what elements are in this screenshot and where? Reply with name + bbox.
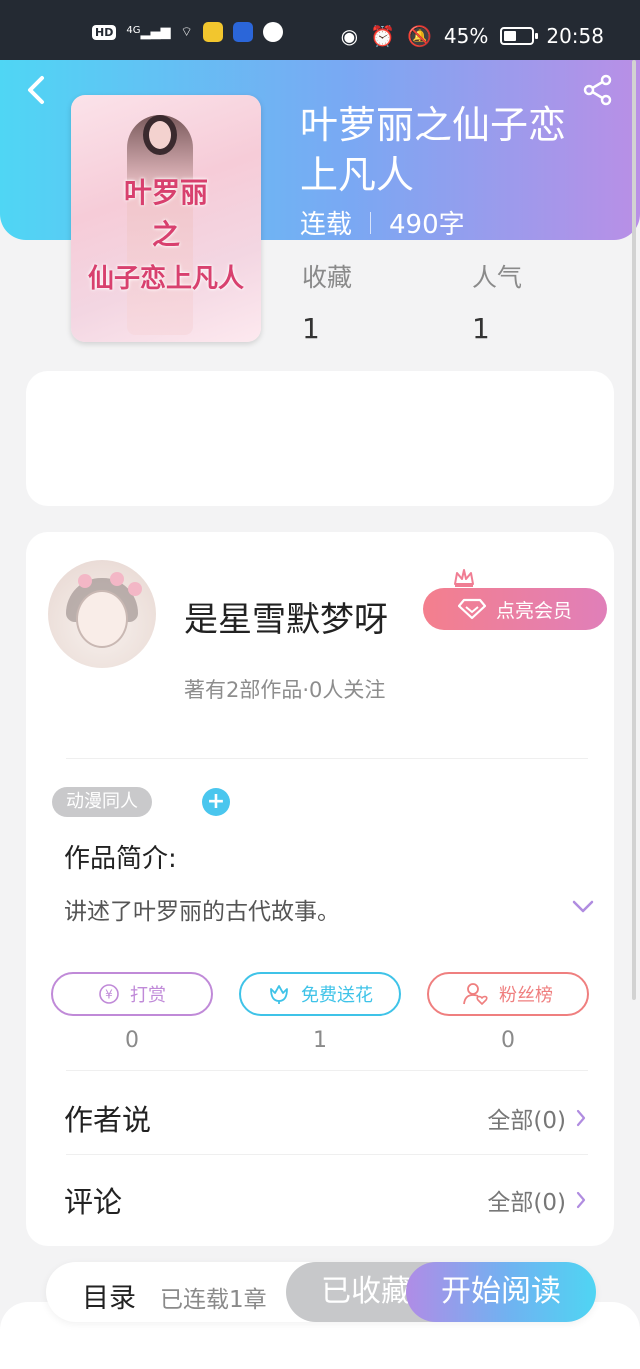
fan-ranking-button[interactable]: 粉丝榜 bbox=[427, 972, 589, 1016]
cover-character-head bbox=[143, 115, 177, 155]
chevron-right-icon bbox=[576, 1109, 586, 1127]
avatar-flower bbox=[110, 572, 124, 586]
chevron-down-icon[interactable] bbox=[572, 900, 594, 914]
svg-text:¥: ¥ bbox=[105, 988, 113, 1002]
avatar-flower bbox=[78, 574, 92, 588]
stat-value: 1 bbox=[302, 312, 320, 345]
book-title: 叶萝丽之仙子恋上凡人 bbox=[300, 103, 567, 197]
alarm-icon: ⏰ bbox=[370, 24, 395, 48]
author-name[interactable]: 是星雪默梦呀 bbox=[184, 592, 388, 641]
author-avatar[interactable] bbox=[48, 560, 156, 668]
avatar-face bbox=[76, 590, 128, 648]
eye-icon: ◉ bbox=[340, 24, 359, 48]
divider bbox=[66, 1154, 588, 1155]
divider bbox=[66, 1070, 588, 1071]
cover-title-line-2: 之 bbox=[151, 218, 180, 251]
app-notification-icon-3 bbox=[262, 22, 283, 42]
stat-label: 人气 bbox=[472, 263, 523, 292]
clock: 20:58 bbox=[546, 24, 604, 48]
chevron-right-icon bbox=[576, 1191, 586, 1209]
fan-count: 0 bbox=[501, 1028, 515, 1053]
author-says-row[interactable]: 作者说 全部(0) bbox=[64, 1088, 586, 1148]
stat-popularity: 人气 1 bbox=[472, 258, 522, 345]
book-cover[interactable]: 叶罗丽 之 仙子恋上凡人 bbox=[71, 95, 261, 342]
vip-label: 点亮会员 bbox=[495, 599, 572, 622]
intro-title: 作品简介: bbox=[64, 844, 177, 874]
stat-favorites: 收藏 1 bbox=[302, 258, 352, 345]
wifi-icon: ⌔ bbox=[180, 25, 193, 40]
user-heart-icon bbox=[463, 983, 488, 1005]
status-icons-left: HD 4G▂▄▆ ⌔ bbox=[92, 22, 283, 42]
cover-title-line-3: 仙子恋上凡人 bbox=[87, 264, 244, 294]
vip-button[interactable]: 点亮会员 bbox=[423, 588, 607, 630]
divider bbox=[66, 758, 588, 759]
tag-chip[interactable]: 动漫同人 bbox=[52, 787, 152, 817]
status-bar: HD 4G▂▄▆ ⌔ ◉ ⏰ 🔕 45% 20:58 bbox=[0, 0, 640, 60]
author-says-link[interactable]: 全部(0) bbox=[487, 1101, 586, 1135]
cover-title-line-1: 叶罗丽 bbox=[123, 176, 208, 209]
comments-count: 全部(0) bbox=[487, 1190, 566, 1216]
author-works-info: 著有2部作品·0人关注 bbox=[184, 678, 386, 702]
send-flower-button[interactable]: 免费送花 bbox=[239, 972, 401, 1016]
book-info-card: 是星雪默梦呀 点亮会员 著有2部作品·0人关注 动漫同人 + 作品简介: 讲述了… bbox=[26, 532, 614, 1246]
serial-status: 连载 bbox=[300, 210, 353, 240]
status-icons-right: ◉ ⏰ 🔕 45% 20:58 bbox=[341, 24, 604, 48]
cellular-signal-icon: 4G▂▄▆ bbox=[126, 24, 171, 40]
crown-icon bbox=[454, 569, 474, 587]
scrollbar[interactable] bbox=[632, 60, 636, 1000]
stat-label: 收藏 bbox=[302, 263, 353, 292]
back-arrow-icon[interactable] bbox=[22, 72, 52, 108]
send-flower-label: 免费送花 bbox=[301, 985, 373, 1006]
battery-percent: 45% bbox=[443, 24, 489, 48]
chapter-count[interactable]: 已连载1章 bbox=[160, 1280, 267, 1314]
battery-icon bbox=[500, 27, 539, 45]
table-of-contents-button[interactable]: 目录 bbox=[82, 1276, 136, 1315]
reward-button[interactable]: ¥ 打赏 bbox=[51, 972, 213, 1016]
stat-value: 1 bbox=[472, 312, 490, 345]
app-notification-icon bbox=[202, 22, 223, 42]
hd-indicator: HD bbox=[92, 24, 117, 40]
comments-link[interactable]: 全部(0) bbox=[487, 1183, 586, 1217]
yen-coin-icon: ¥ bbox=[99, 984, 119, 1004]
comments-row[interactable]: 评论 全部(0) bbox=[64, 1170, 586, 1230]
meta-divider bbox=[370, 211, 372, 234]
app-notification-icon-2 bbox=[232, 22, 253, 42]
mute-bell-icon: 🔕 bbox=[407, 24, 432, 48]
author-says-title: 作者说 bbox=[64, 1103, 152, 1137]
reward-count: 0 bbox=[125, 1028, 139, 1053]
author-says-count: 全部(0) bbox=[487, 1108, 566, 1134]
blank-card bbox=[26, 371, 614, 506]
avatar-flower bbox=[128, 582, 142, 596]
fan-ranking-label: 粉丝榜 bbox=[499, 985, 553, 1006]
flower-icon bbox=[270, 985, 288, 1004]
book-meta: 连载 490字 bbox=[300, 204, 465, 241]
comments-title: 评论 bbox=[64, 1185, 123, 1219]
reward-label: 打赏 bbox=[130, 985, 166, 1006]
diamond-icon bbox=[457, 598, 486, 620]
word-count: 490字 bbox=[389, 210, 465, 240]
bottom-action-bar: 目录 已连载1章 已收藏 开始阅读 bbox=[46, 1262, 596, 1322]
add-tag-button[interactable]: + bbox=[202, 788, 230, 816]
intro-text: 讲述了叶罗丽的古代故事。 bbox=[64, 899, 340, 925]
start-reading-button[interactable]: 开始阅读 bbox=[406, 1262, 596, 1322]
flower-count: 1 bbox=[313, 1028, 327, 1053]
